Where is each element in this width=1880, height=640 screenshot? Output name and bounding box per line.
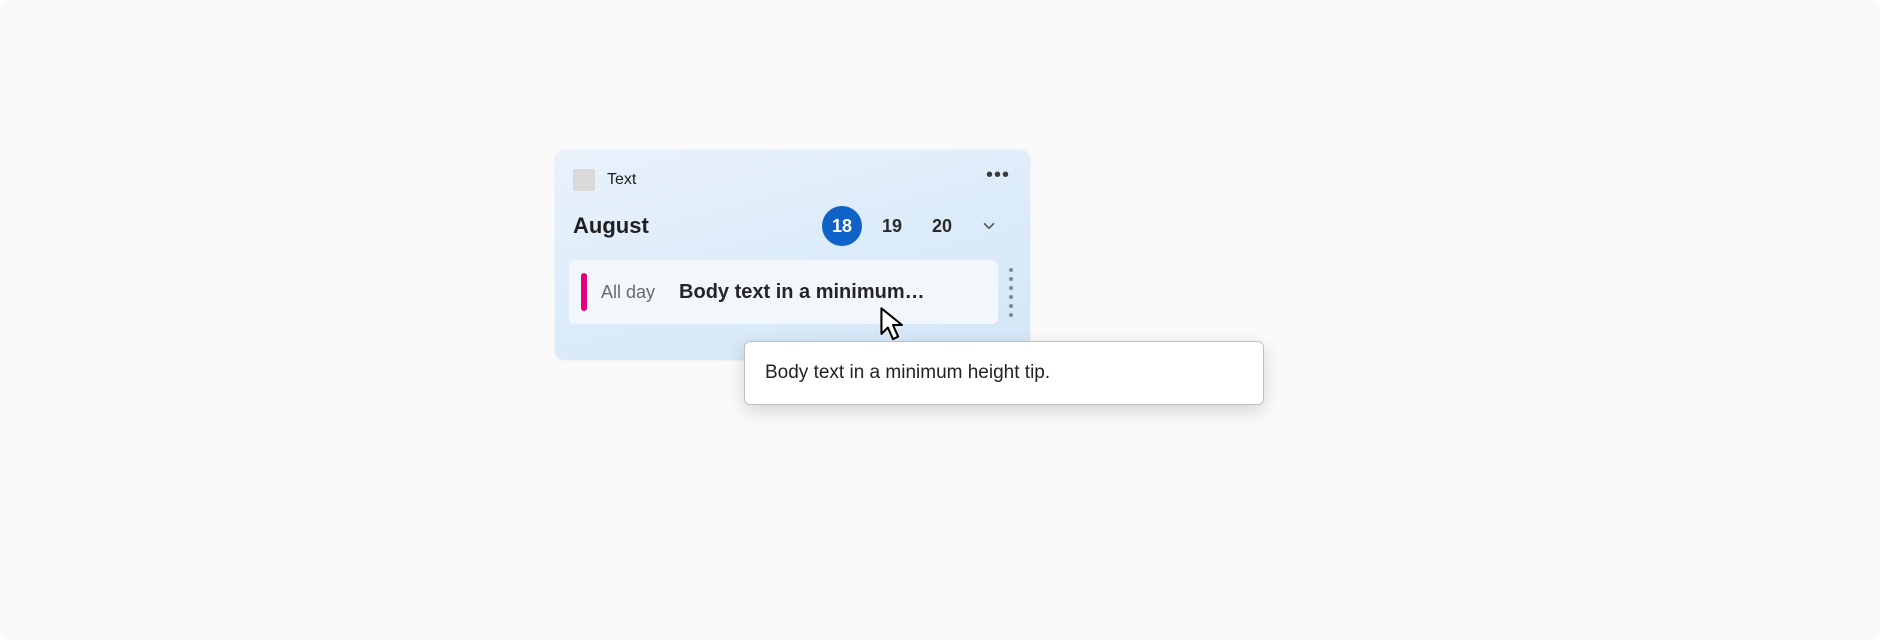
- month-row: August 18 19 20: [567, 204, 1018, 260]
- drag-dot-icon: [1009, 286, 1013, 290]
- event-drag-handle[interactable]: [1004, 260, 1018, 324]
- drag-dot-icon: [1009, 268, 1013, 272]
- drag-dot-icon: [1009, 313, 1013, 317]
- widget-header: Text •••: [567, 164, 1018, 204]
- app-icon-placeholder: [573, 169, 595, 191]
- chevron-down-icon: [980, 217, 998, 235]
- event-time-label: All day: [601, 282, 655, 303]
- more-options-button[interactable]: •••: [984, 166, 1012, 194]
- calendar-widget: Text ••• August 18 19 20 All day Body te…: [555, 150, 1030, 360]
- cursor-pointer-icon: [880, 307, 906, 343]
- event-area: All day Body text in a minimum…: [567, 260, 1018, 324]
- expand-dates-button[interactable]: [972, 209, 1006, 243]
- drag-dot-icon: [1009, 277, 1013, 281]
- example-stage: Text ••• August 18 19 20 All day Body te…: [0, 0, 1880, 640]
- date-option[interactable]: 19: [872, 206, 912, 246]
- month-label: August: [573, 213, 649, 239]
- widget-title: Text: [607, 171, 636, 189]
- date-option[interactable]: 20: [922, 206, 962, 246]
- tooltip: Body text in a minimum height tip.: [744, 341, 1264, 405]
- tooltip-text: Body text in a minimum height tip.: [765, 362, 1050, 384]
- drag-dot-icon: [1009, 304, 1013, 308]
- date-strip: 18 19 20: [822, 206, 962, 246]
- calendar-event[interactable]: All day Body text in a minimum…: [569, 260, 998, 324]
- drag-dot-icon: [1009, 295, 1013, 299]
- ellipsis-icon: •••: [986, 165, 1010, 185]
- event-title: Body text in a minimum…: [679, 281, 984, 304]
- event-category-color: [581, 273, 587, 311]
- date-option[interactable]: 18: [822, 206, 862, 246]
